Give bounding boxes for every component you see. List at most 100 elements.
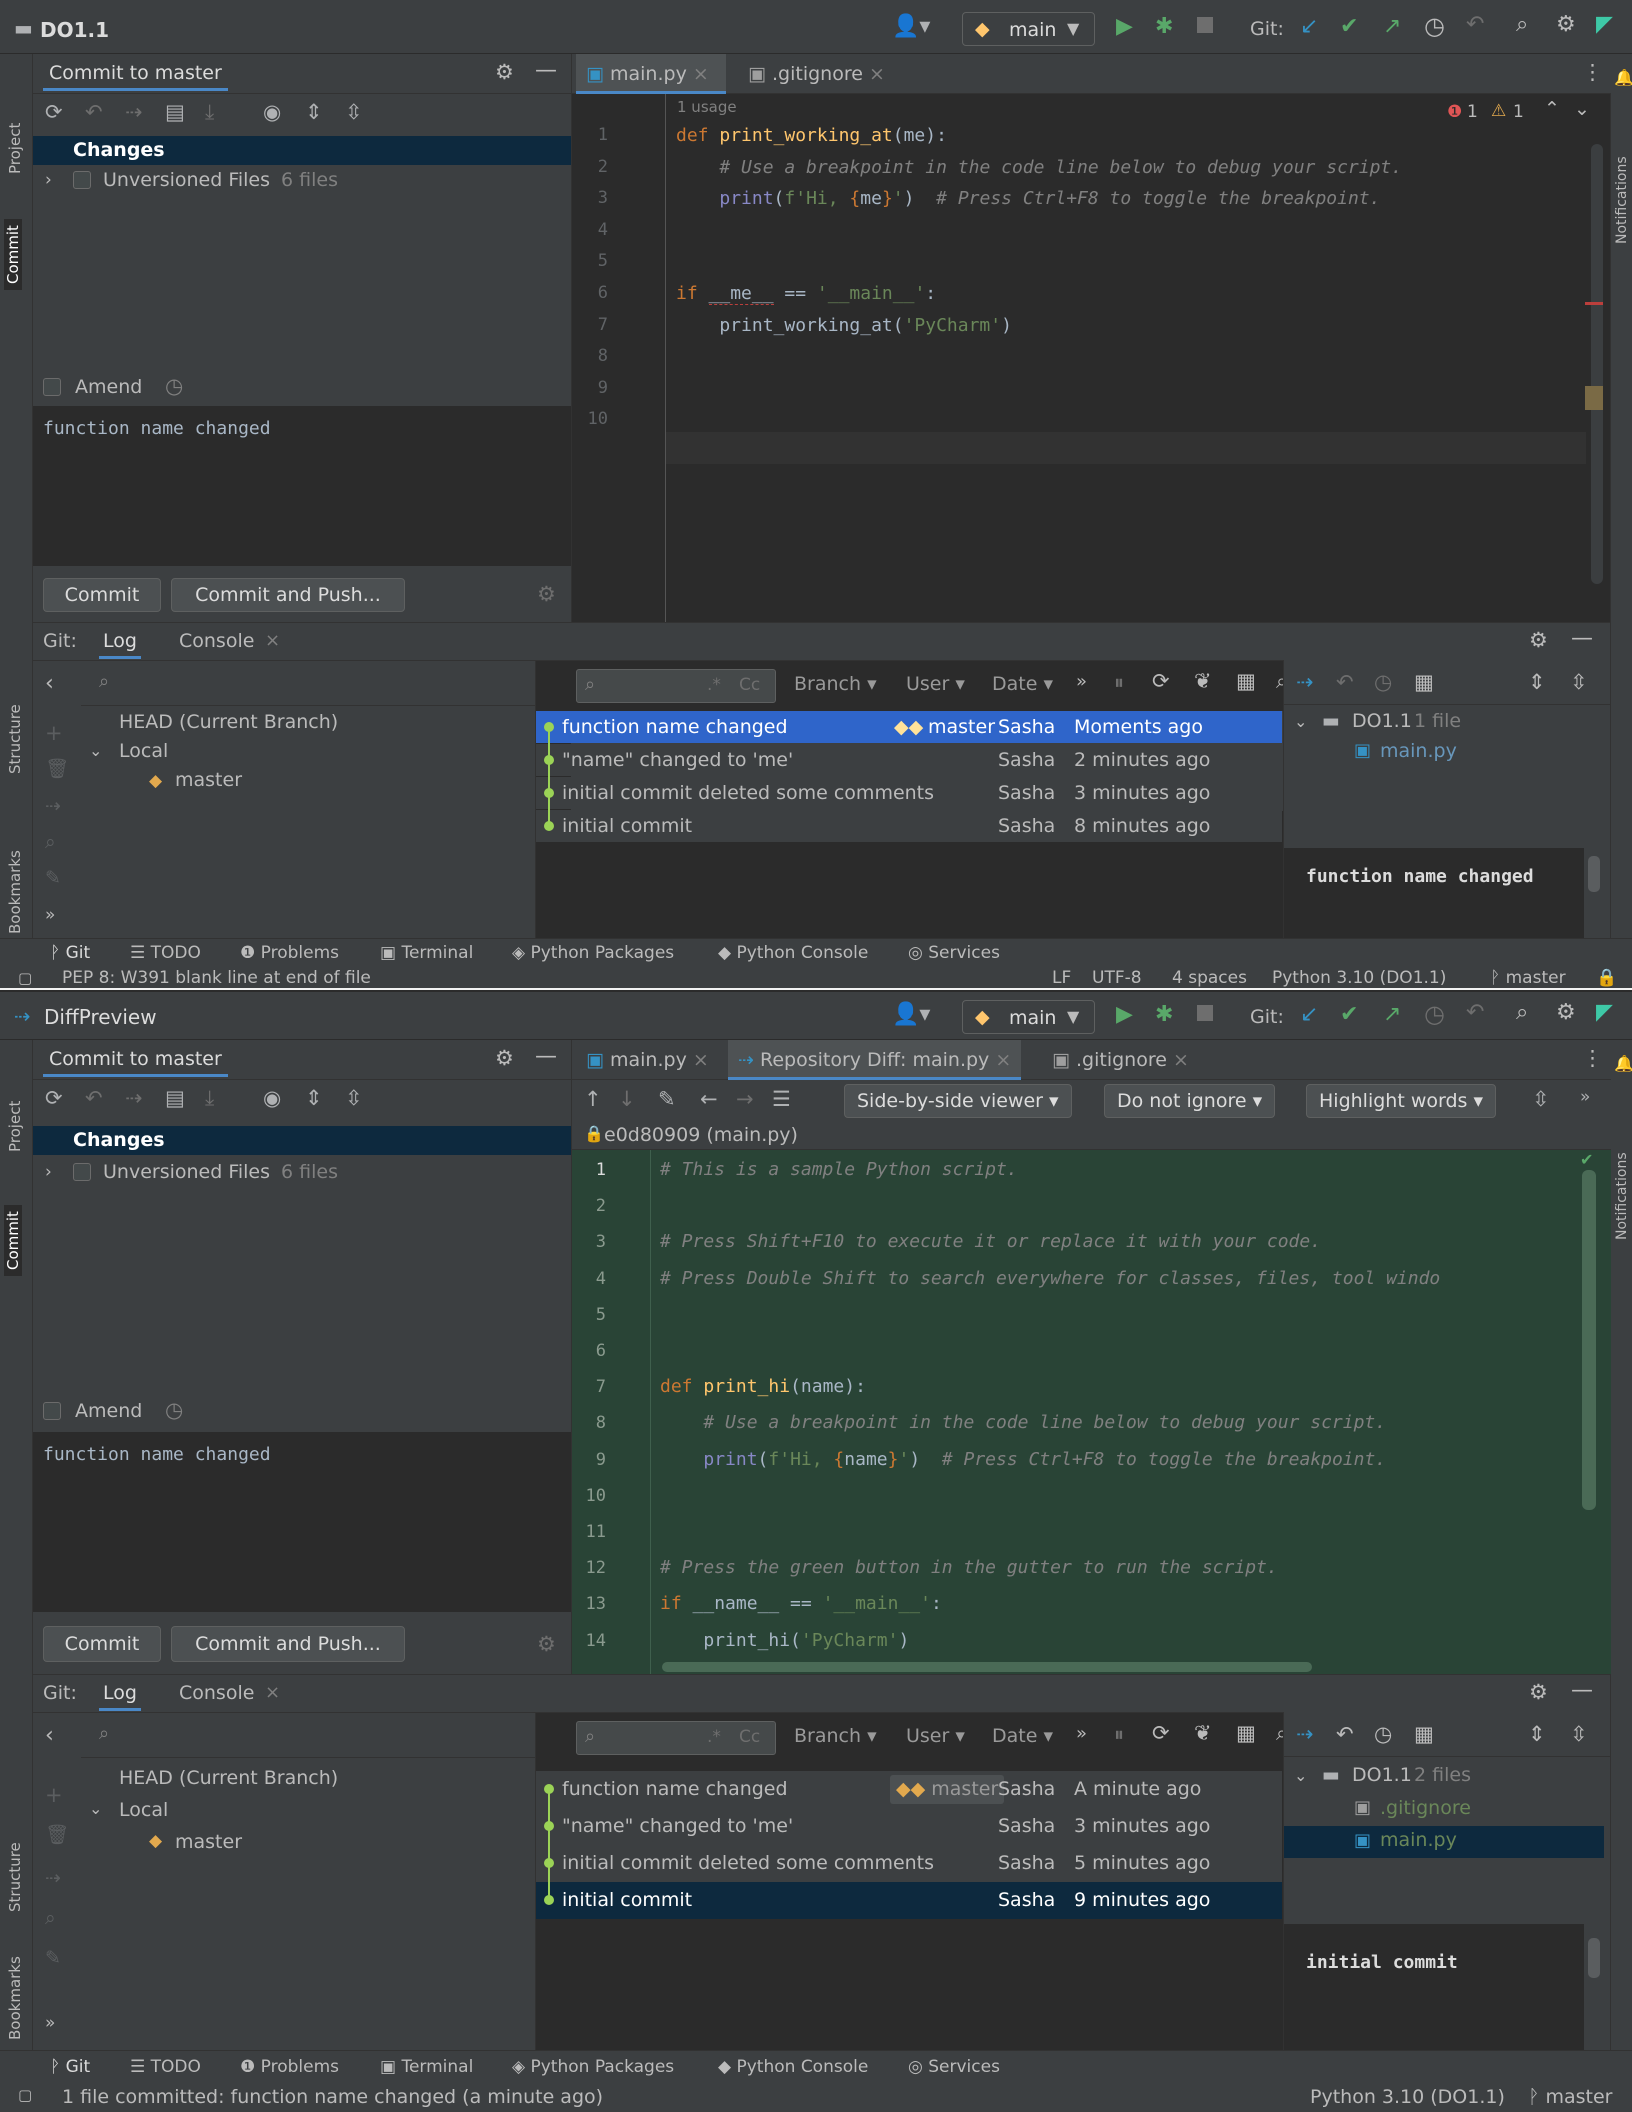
hide-icon[interactable]: — [535,58,557,83]
terminal-toolwindow-button[interactable]: ▣ Terminal [380,943,473,963]
services-button[interactable]: ◎ Services [908,2057,1000,2077]
commit-row[interactable]: initial commit deleted some comments Sas… [536,1845,1282,1882]
rollback-icon[interactable]: ↶ [85,1086,103,1110]
tab-main-py[interactable]: ▣ main.py × [576,54,726,94]
close-icon[interactable]: × [869,63,885,85]
run-icon[interactable]: ▶ [1116,1002,1133,1027]
scrollbar[interactable] [1582,1170,1596,1510]
close-icon[interactable]: × [693,63,709,85]
commit-row[interactable]: initial commit deleted some comments Sas… [536,777,1282,809]
gear-icon[interactable]: ⚙ [1556,1000,1576,1025]
chevron-right-icon[interactable]: › [45,170,52,190]
expand-all-icon[interactable]: ⇕ [1528,670,1546,694]
collapse-all-icon[interactable]: ⇳ [1570,670,1588,694]
search-icon[interactable]: ⌕ [45,831,56,853]
chevron-down-icon[interactable]: ⌄ [1294,712,1307,731]
refresh-icon[interactable]: ⟳ [45,100,63,124]
update-icon[interactable]: ⇢ [45,795,61,817]
python-console-button[interactable]: ◆ Python Console [718,2057,868,2077]
pause-icon[interactable]: ⏸ [1114,670,1124,694]
search-icon[interactable]: ⌕ [1516,1000,1528,1025]
arrow-left-icon[interactable]: ← [700,1087,718,1111]
history-icon[interactable]: ◷ [1424,12,1445,40]
delete-icon[interactable]: 🗑 [45,1823,69,1846]
commit-row[interactable]: initial commit Sasha 9 minutes ago [536,1882,1282,1919]
git-toolwindow-button[interactable]: ᚹ Git [50,943,90,963]
problems-toolwindow-button[interactable]: ❶ Problems [240,2057,339,2077]
clock-icon[interactable]: ◷ [165,374,183,398]
delete-icon[interactable]: 🗑 [45,757,69,780]
more-icon[interactable]: » [1580,1087,1590,1107]
search-icon[interactable]: ⌕ [99,1723,109,1744]
changes-row[interactable]: Changes [33,1126,571,1155]
lock-icon[interactable]: 🔒 [1596,968,1617,988]
close-icon[interactable]: × [265,630,280,651]
user-icon[interactable]: 👤▾ [892,1002,930,1027]
interpreter[interactable]: Python 3.10 (DO1.1) [1310,2086,1505,2108]
arrow-up-icon[interactable]: ↑ [584,1087,602,1111]
unversioned-checkbox[interactable] [73,171,91,189]
rollback-icon[interactable]: ↶ [1336,1722,1354,1746]
add-icon[interactable]: + [45,721,63,745]
hide-icon[interactable]: — [1571,1678,1593,1703]
rollback-icon[interactable]: ↶ [1466,12,1484,37]
debug-icon[interactable]: ✱ [1155,14,1173,39]
viewer-select[interactable]: Side-by-side viewer ▾ [844,1084,1072,1118]
python-packages-button[interactable]: ◈ Python Packages [512,943,674,963]
commit-and-push-button[interactable]: Commit and Push... [171,578,405,612]
search-icon[interactable]: ⌕ [45,1907,56,1929]
close-icon[interactable]: × [1173,1049,1189,1071]
history-icon[interactable]: ◷ [1424,1000,1445,1028]
arrow-down-icon[interactable]: ↓ [618,1087,636,1111]
debug-icon[interactable]: ✱ [1155,1002,1173,1027]
unversioned-row[interactable]: › Unversioned Files 6 files [33,1158,571,1187]
edit-icon[interactable]: ✎ [658,1087,676,1111]
search-icon[interactable]: ⌕ [99,671,109,692]
rollback-icon[interactable]: ↶ [1336,670,1354,694]
regex-icon[interactable]: .* [707,675,721,695]
push-icon[interactable]: ↗ [1383,14,1401,39]
clock-icon[interactable]: ◷ [165,1398,183,1422]
scrollbar[interactable] [1591,144,1603,584]
problems-toolwindow-button[interactable]: ❶ Problems [240,943,339,963]
tab-gitignore[interactable]: ▣ .gitignore × [738,54,895,94]
cherry-pick-icon[interactable]: ⇢ [1296,1722,1314,1746]
chevron-left-icon[interactable]: ‹ [45,1723,54,1748]
python-console-button[interactable]: ◆ Python Console [718,943,868,963]
selected-file-row[interactable]: ▣ main.py [1284,1826,1604,1858]
head-branch-node[interactable]: HEAD (Current Branch) [119,1767,338,1789]
details-root[interactable]: DO1.1 [1352,710,1412,732]
date-filter[interactable]: Date ▾ [992,1725,1053,1747]
edit-icon[interactable]: ✎ [45,1947,61,1969]
bookmarks-tab[interactable]: Bookmarks [6,850,24,934]
grid-icon[interactable]: ▦ [1414,1722,1434,1746]
warning-icon[interactable]: ⚠ [1491,101,1506,121]
commit-message-field[interactable]: function name changed [33,1432,571,1612]
error-marker[interactable] [1585,302,1603,305]
branch-filter[interactable]: Branch ▾ [794,673,877,695]
chevron-down-icon[interactable]: ⌄ [1574,98,1590,120]
stop-icon[interactable] [1197,1005,1213,1021]
head-branch-node[interactable]: HEAD (Current Branch) [119,711,338,733]
jetbrains-logo-icon[interactable]: ◤ [1596,12,1613,37]
eye-icon[interactable]: ◉ [263,100,281,124]
grid-icon[interactable]: ▦ [1414,670,1434,694]
commit-row[interactable]: "name" changed to 'me' Sasha 3 minutes a… [536,1808,1282,1845]
project-name[interactable]: DO1.1 [40,18,109,42]
commit-row[interactable]: "name" changed to 'me' Sasha 2 minutes a… [536,744,1282,776]
line-separator[interactable]: LF [1052,968,1071,988]
highlight-select[interactable]: Highlight words ▾ [1306,1084,1496,1118]
commit-tab[interactable]: Commit [4,219,22,290]
expand-all-icon[interactable]: ⇕ [305,1086,323,1110]
interpreter[interactable]: Python 3.10 (DO1.1) [1272,968,1446,988]
history-icon[interactable]: ◷ [1374,1722,1392,1746]
commit-check-icon[interactable]: ✔ [1340,14,1358,39]
status-message[interactable]: PEP 8: W391 blank line at end of file [62,968,371,988]
update-icon[interactable]: ⇢ [45,1867,61,1889]
tab-main-py[interactable]: ▣ main.py × [576,1040,719,1080]
todo-toolwindow-button[interactable]: ☰ TODO [130,2057,201,2077]
collapse-all-icon[interactable]: ⇳ [1570,1722,1588,1746]
user-icon[interactable]: 👤▾ [892,14,930,39]
local-branches-node[interactable]: Local [119,1799,168,1821]
expand-all-icon[interactable]: ⇕ [1528,1722,1546,1746]
